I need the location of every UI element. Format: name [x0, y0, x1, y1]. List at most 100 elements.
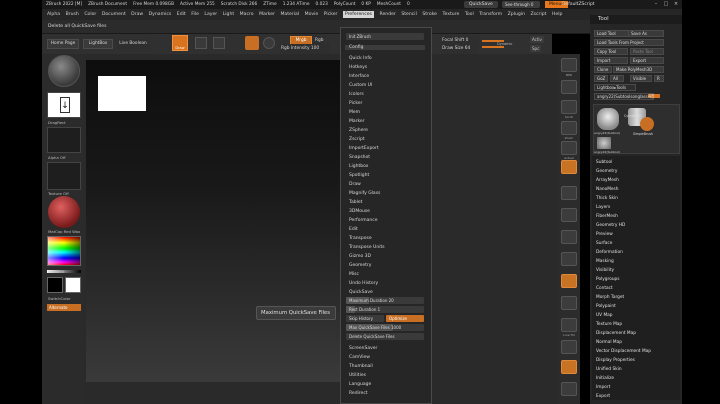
tool-polygroups[interactable]: Polygroups: [596, 277, 620, 282]
rest-duration-slider[interactable]: Rest Duration 1: [346, 306, 424, 313]
pref-redirect[interactable]: Redirect: [349, 391, 368, 396]
brush-icon[interactable]: [48, 55, 80, 87]
init-zbrush-button[interactable]: Init ZBrush: [346, 33, 424, 40]
menu-dynamics[interactable]: Dynamics: [149, 12, 172, 17]
tool-nanomesh[interactable]: NanoMesh: [596, 187, 619, 192]
alpha-thumbnail[interactable]: [47, 127, 81, 153]
menu-draw[interactable]: Draw: [131, 12, 143, 17]
menu-light[interactable]: Light: [223, 12, 234, 17]
pref-spotlight[interactable]: Spotlight: [349, 173, 369, 178]
skip-history-toggle[interactable]: Skip History: [346, 315, 384, 322]
live-boolean-button[interactable]: Live Boolean: [117, 39, 149, 49]
main-color-swatch[interactable]: [47, 277, 63, 293]
zoom-icon[interactable]: [561, 121, 577, 135]
lsym-icon[interactable]: [561, 252, 577, 266]
menu-render[interactable]: Render: [379, 12, 395, 17]
pref-performance[interactable]: Performance: [349, 218, 378, 223]
pref-edit[interactable]: Edit: [349, 227, 358, 232]
tool-texture-map[interactable]: Texture Map: [596, 322, 622, 327]
pref-transpose[interactable]: Transpose: [349, 236, 372, 241]
pref-draw[interactable]: Draw: [349, 182, 361, 187]
tool-displacement-map[interactable]: Displacement Map: [596, 331, 636, 336]
pref-config[interactable]: Config: [345, 45, 425, 50]
home-page-button[interactable]: Home Page: [47, 39, 79, 49]
tool-palette-title[interactable]: Tool: [590, 15, 682, 24]
pref-geometry[interactable]: Geometry: [349, 263, 371, 268]
menu-transform[interactable]: Transform: [479, 12, 502, 17]
menu-color[interactable]: Color: [84, 12, 96, 17]
pref-thumbnail[interactable]: Thumbnail: [349, 364, 373, 369]
tool-import[interactable]: Import: [596, 385, 610, 390]
secondary-color-swatch[interactable]: [65, 277, 81, 293]
floor-icon[interactable]: [561, 208, 577, 222]
pref-snapshot[interactable]: Snapshot: [349, 155, 370, 160]
pref-language[interactable]: Language: [349, 382, 371, 387]
pref-zsphere[interactable]: ZSphere: [349, 128, 368, 133]
make-polymesh-button[interactable]: Make PolyMesh3D: [613, 66, 664, 73]
clone-button[interactable]: Clone: [594, 66, 612, 73]
tool-visibility[interactable]: Visibility: [596, 268, 614, 273]
default-zscript-button[interactable]: DefaultZScript: [562, 1, 595, 8]
pref-mem[interactable]: Mem: [349, 110, 360, 115]
menu-material[interactable]: Material: [280, 12, 299, 17]
max-quicksave-files-slider[interactable]: Max QuickSave Files 1000: [346, 324, 424, 331]
menu-texture[interactable]: Texture: [443, 12, 460, 17]
pref-gizmo-3d[interactable]: Gizmo 3D: [349, 254, 371, 259]
maximum-duration-slider[interactable]: Maximum Duration 20: [346, 297, 424, 304]
menu-edit[interactable]: Edit: [177, 12, 186, 17]
tool-contact[interactable]: Contact: [596, 286, 613, 291]
tool-morph-target[interactable]: Morph Target: [596, 295, 624, 300]
pref-3dmouse[interactable]: 3DMouse: [349, 209, 370, 214]
tool-polypaint[interactable]: Polypaint: [596, 304, 616, 309]
close-icon[interactable]: ×: [672, 1, 680, 8]
tool-thick-skin[interactable]: Thick Skin: [596, 196, 618, 201]
color-picker[interactable]: [47, 236, 81, 266]
solo-icon[interactable]: [561, 360, 577, 374]
tool-normal-map[interactable]: Normal Map: [596, 340, 622, 345]
see-through-slider[interactable]: See-through 0: [502, 1, 540, 8]
pref-misc[interactable]: Misc: [349, 272, 359, 277]
switch-color-button[interactable]: SwitchColor: [48, 296, 70, 301]
r-button[interactable]: R: [654, 75, 664, 82]
menu-preferences[interactable]: Preferences: [342, 11, 374, 18]
pref-quick-info[interactable]: Quick Info: [349, 56, 372, 61]
menu-file[interactable]: File: [191, 12, 199, 17]
menu-alpha[interactable]: Alpha: [47, 12, 60, 17]
tool-layers[interactable]: Layers: [596, 205, 610, 210]
menu-picker[interactable]: Picker: [324, 12, 338, 17]
menu-marker[interactable]: Marker: [259, 12, 275, 17]
pref-quicksave[interactable]: QuickSave: [349, 290, 373, 295]
dynamic-label[interactable]: Dynamic: [497, 42, 512, 46]
all-button[interactable]: All: [610, 75, 624, 82]
pref-picker[interactable]: Picker: [349, 101, 362, 106]
aahalf-icon[interactable]: [561, 160, 577, 174]
paste-tool-button[interactable]: Paste Tool: [630, 48, 664, 55]
delete-quicksave-files-button[interactable]: Delete QuickSave Files: [346, 333, 424, 340]
line-fill-icon[interactable]: [561, 318, 577, 332]
menu-zplugin[interactable]: Zplugin: [508, 12, 525, 17]
import-button[interactable]: Import: [594, 57, 628, 64]
local-icon[interactable]: [561, 230, 577, 244]
frame-icon[interactable]: [561, 296, 577, 310]
menu-tool[interactable]: Tool: [465, 12, 474, 17]
menu-zscript[interactable]: Zscript: [530, 12, 546, 17]
menu-stencil[interactable]: Stencil: [401, 12, 417, 17]
pref-icolors[interactable]: Icolors: [349, 92, 364, 97]
tool-thumb-glasses[interactable]: [597, 137, 611, 149]
draw-size-slider[interactable]: Draw Size 64: [441, 44, 479, 54]
save-as-button[interactable]: Save As: [628, 30, 664, 37]
pref-screensaver[interactable]: ScreenSaver: [349, 346, 377, 351]
tool-uv-map[interactable]: UV Map: [596, 313, 613, 318]
pref-tablet[interactable]: Tablet: [349, 200, 362, 205]
tool-arraymesh[interactable]: ArrayMesh: [596, 178, 619, 183]
minimize-icon[interactable]: –: [652, 1, 660, 8]
material-thumbnail[interactable]: [48, 196, 80, 228]
persp-icon[interactable]: [561, 186, 577, 200]
pref-hotkeys[interactable]: Hotkeys: [349, 65, 367, 70]
tool-export[interactable]: Export: [596, 394, 610, 399]
pref-magnify-glass[interactable]: Magnify Glass: [349, 191, 380, 196]
alternate-button[interactable]: Alternate: [47, 304, 81, 311]
stroke-thumbnail[interactable]: ↓: [47, 92, 81, 118]
pref-undo-history[interactable]: Undo History: [349, 281, 378, 286]
right-toggle-1[interactable]: Activ: [530, 36, 544, 43]
